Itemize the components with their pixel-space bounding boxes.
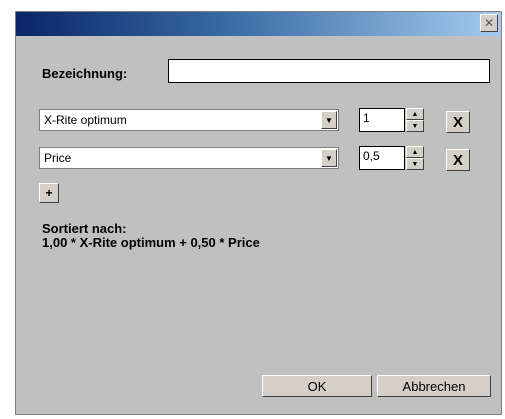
spin-buttons: ▲ ▼ xyxy=(406,146,424,170)
sort-formula: 1,00 * X-Rite optimum + 0,50 * Price xyxy=(42,235,260,250)
remove-criterion-button-2[interactable]: X xyxy=(446,149,470,171)
sort-label: Sortiert nach: xyxy=(42,221,127,236)
ok-button[interactable]: OK xyxy=(262,375,372,397)
remove-criterion-button-1[interactable]: X xyxy=(446,111,470,133)
title-bar: ✕ xyxy=(16,12,501,36)
name-label: Bezeichnung: xyxy=(42,66,128,81)
cancel-button[interactable]: Abbrechen xyxy=(377,375,491,397)
triangle-down-icon[interactable]: ▼ xyxy=(406,120,424,132)
criterion-field-value: Price xyxy=(44,151,72,165)
close-icon[interactable]: ✕ xyxy=(480,14,498,32)
chevron-down-icon[interactable]: ▼ xyxy=(321,111,337,129)
add-criterion-button[interactable]: + xyxy=(39,183,59,203)
criterion-field-select-1[interactable]: X-Rite optimum ▼ xyxy=(39,109,339,131)
chevron-down-icon[interactable]: ▼ xyxy=(321,149,337,167)
criterion-field-value: X-Rite optimum xyxy=(44,113,127,127)
dialog-window: ✕ Bezeichnung: X-Rite optimum ▼ 1 ▲ ▼ X … xyxy=(15,11,502,415)
triangle-down-icon[interactable]: ▼ xyxy=(406,158,424,170)
weight-input[interactable]: 0,5 xyxy=(359,146,405,170)
triangle-up-icon[interactable]: ▲ xyxy=(406,146,424,158)
weight-input[interactable]: 1 xyxy=(359,108,405,132)
triangle-up-icon[interactable]: ▲ xyxy=(406,108,424,120)
weight-stepper-1[interactable]: 1 ▲ ▼ xyxy=(359,108,425,132)
weight-stepper-2[interactable]: 0,5 ▲ ▼ xyxy=(359,146,425,170)
criterion-field-select-2[interactable]: Price ▼ xyxy=(39,147,339,169)
spin-buttons: ▲ ▼ xyxy=(406,108,424,132)
name-input[interactable] xyxy=(168,59,490,83)
